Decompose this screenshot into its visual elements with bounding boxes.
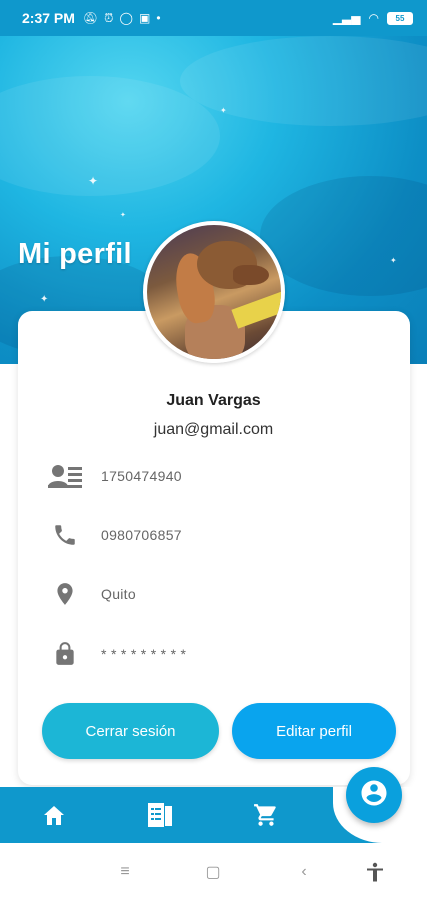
location-pin-icon [48,578,82,610]
home-icon[interactable] [38,799,70,831]
field-value-id: 1750474940 [101,468,182,484]
lock-icon [48,638,82,670]
field-value-phone: 0980706857 [101,527,182,543]
whatsapp-icon: ◯ [119,11,133,25]
field-value-city: Quito [101,586,136,602]
sparkle-icon: ✦ [390,256,397,265]
user-name: Juan Vargas [166,392,261,409]
sparkle-icon: ✦ [88,174,99,188]
sparkle-icon: ✦ [40,294,49,305]
id-card-icon [48,460,82,492]
battery-level: 55 [395,13,405,23]
accessibility-icon[interactable] [363,860,387,884]
catalog-icon[interactable] [144,799,176,831]
phone-icon [48,519,82,551]
battery-icon: 55 [387,11,413,25]
avatar[interactable] [143,221,285,363]
cart-icon[interactable] [250,799,282,831]
sparkle-icon: ✦ [220,106,227,115]
account-fab-button[interactable] [346,767,402,823]
field-row-password: * * * * * * * * * [48,638,186,670]
page-title: Mi perfil [18,238,132,270]
account-icon [359,778,389,813]
status-bar: 2:37 PM 🔕︎ ⏰︎ ◯ ▣ • ▁▃▅ ◠ 55 [0,0,427,36]
back-icon[interactable]: ‹ [292,860,316,884]
app-icon: ▣ [138,11,151,25]
alarm-icon: ⏰︎ [104,10,114,25]
edit-profile-button[interactable]: Editar perfil [232,703,396,759]
field-value-password: * * * * * * * * * [101,646,187,662]
system-nav-bar: ≡ ▢ ‹ [0,843,427,900]
signal-icon: ▁▃▅ [332,11,361,25]
dot-icon: • [156,11,161,25]
home-square-icon[interactable]: ▢ [201,860,225,884]
field-row-phone: 0980706857 [48,519,182,551]
user-email: juan@gmail.com [153,421,274,438]
wifi-icon: ◠ [368,11,379,25]
field-row-id: 1750474940 [48,460,182,492]
status-time: 2:37 PM [22,10,75,26]
field-row-city: Quito [48,578,136,610]
menu-icon[interactable]: ≡ [113,860,137,884]
mute-icon: 🔕︎ [82,11,99,25]
sparkle-icon: ✦ [120,212,126,219]
logout-button[interactable]: Cerrar sesión [42,703,219,759]
